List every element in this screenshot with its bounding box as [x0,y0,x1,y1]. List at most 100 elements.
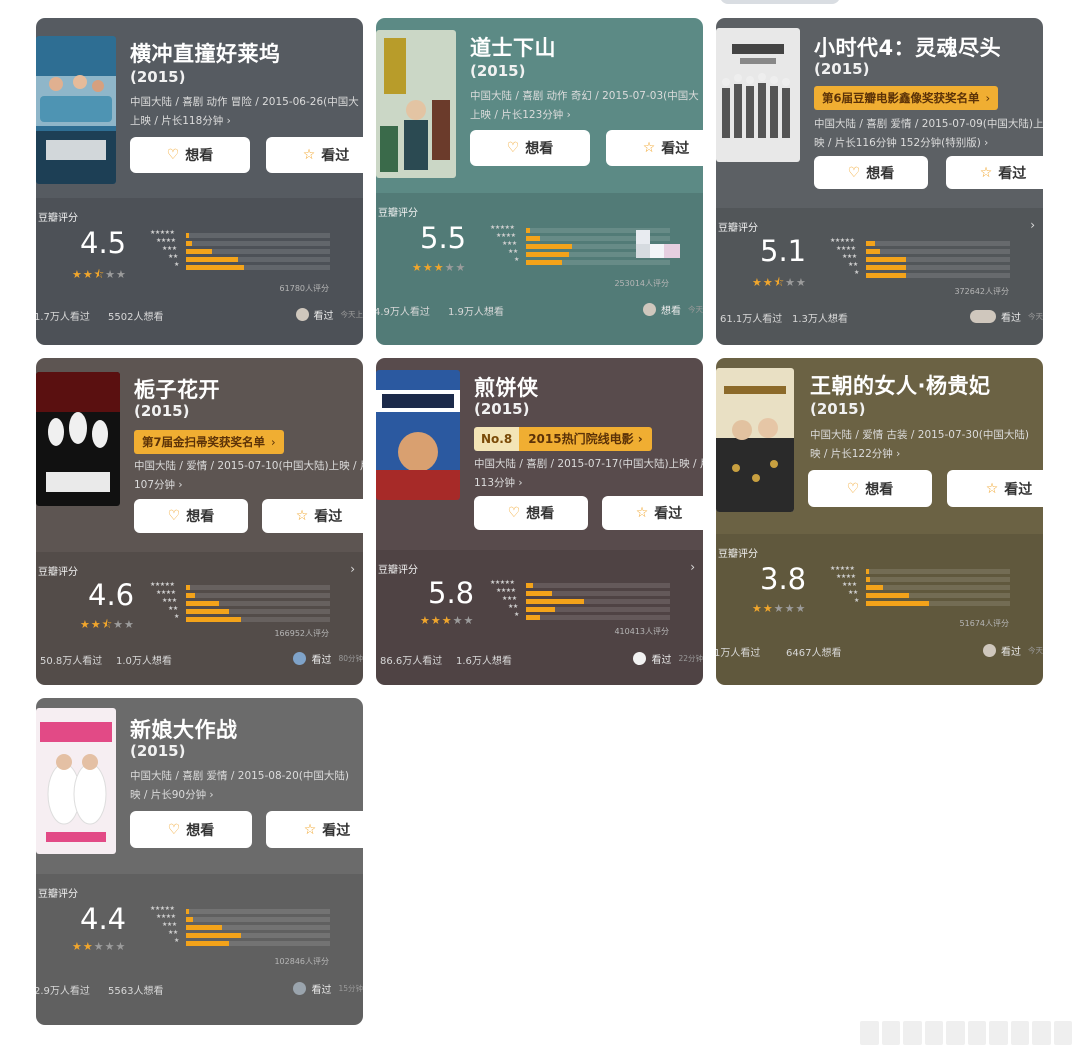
watched-button[interactable]: ☆ 看过 [947,470,1043,507]
want-to-watch-button[interactable]: ♡ 想看 [134,499,248,533]
movie-meta[interactable]: 中国大陆 / 爱情 / 2015-07-10(中国大陆)上映 / 片 107分钟… [134,457,363,495]
friend-avatar [293,981,307,995]
movie-card[interactable]: 道士下山 (2015) 中国大陆 / 喜剧 动作 奇幻 / 2015-07-03… [376,18,703,345]
watched-button[interactable]: ☆ 看过 [606,130,703,166]
friend-action: 看过 [651,654,672,666]
friend-activity[interactable]: 看过 22分钟 [633,650,703,666]
distribution-track [186,593,330,598]
distribution-track [866,257,1010,262]
watched-button[interactable]: ☆ 看过 [602,496,703,530]
want-to-watch-button[interactable]: ♡ 想看 [814,156,928,189]
award-badge[interactable]: 第7届金扫帚奖获奖名单 › [134,430,284,454]
movie-card[interactable]: 王朝的女人·杨贵妃 (2015) 中国大陆 / 爱情 古装 / 2015-07-… [716,358,1043,685]
friend-activity[interactable]: 看过 今天上 [295,306,363,322]
movie-title[interactable]: 煎饼侠 [474,372,539,402]
ranking-badge[interactable]: No.8 2015热门院线电影 › [474,427,652,451]
movie-title[interactable]: 新娘大作战 [130,714,238,744]
rating-label: 豆瓣评分 [38,567,78,578]
distribution-bar [186,585,190,590]
watched-button[interactable]: ☆ 看过 [266,811,363,848]
meta-line-2: 映 / 片长90分钟 › [130,789,214,801]
star-icon: ★ [116,268,127,281]
distribution-stars-icon: ★★ [508,603,518,610]
watched-button[interactable]: ☆ 看过 [266,137,363,173]
friend-activity[interactable]: 想看 今天 [643,301,703,317]
movie-poster[interactable] [36,708,116,854]
want-label: 想看 [186,509,215,525]
friend-activity[interactable]: 看过 80分钟 [293,650,363,666]
movie-card[interactable]: 煎饼侠 (2015) No.8 2015热门院线电影 › 中国大陆 / 喜剧 /… [376,358,703,685]
watched-label: 看过 [321,148,350,164]
movie-title[interactable]: 王朝的女人·杨贵妃 [810,370,990,400]
rank-number: No.8 [474,427,520,451]
award-text: 第7届金扫帚奖获奖名单 [142,435,266,449]
want-to-watch-button[interactable]: ♡ 想看 [470,130,590,166]
want-label: 想看 [526,506,555,522]
distribution-bar [186,265,244,270]
watched-count: 2.9万人看过 [36,986,90,997]
friend-time: 今天 [1028,645,1043,655]
distribution-bar [866,585,883,590]
movie-poster[interactable] [36,36,116,184]
chevron-right-icon[interactable]: › [1030,218,1035,232]
watched-button[interactable]: ☆ 看过 [262,499,363,533]
star-icon: ★ [93,940,105,953]
movie-title[interactable]: 横冲直撞好莱坞 [130,38,281,68]
award-badge[interactable]: 第6届豆瓣电影鑫像奖获奖名单 › [814,86,999,110]
movie-meta[interactable]: 中国大陆 / 爱情 古装 / 2015-07-30(中国大陆) 映 / 片长12… [810,426,1043,464]
rating-count: 102846人评分 [274,957,329,966]
movie-poster[interactable] [36,372,120,506]
want-to-watch-button[interactable]: ♡ 想看 [808,470,932,507]
movie-meta[interactable]: 中国大陆 / 喜剧 动作 奇幻 / 2015-07-03(中国大 上映 / 片长… [470,87,703,125]
movie-poster[interactable] [716,368,794,512]
distribution-stars-icon: ★★★ [502,240,517,247]
chevron-right-icon[interactable]: › [690,560,695,574]
movie-title[interactable]: 道士下山 [470,32,556,62]
star-rating: ★★★★★ [420,614,474,627]
watched-count: 4.9万人看过 [376,307,430,318]
rating-count: 166952人评分 [274,629,329,638]
want-to-watch-button[interactable]: ♡ 想看 [130,137,250,173]
watched-count: 50.8万人看过 [40,656,103,667]
heart-plus-icon: ♡ [506,140,520,156]
distribution-stars-icon: ★ [514,256,519,263]
distribution-stars-icon: ★★★ [162,245,177,252]
watched-button[interactable]: ☆ 看过 [946,156,1043,189]
distribution-stars-icon: ★★ [168,929,178,936]
movie-card[interactable]: 小时代4：灵魂尽头 (2015) 第6届豆瓣电影鑫像奖获奖名单 › 中国大陆 / … [716,18,1043,345]
movie-title[interactable]: 小时代4：灵魂尽头 [814,32,1001,62]
chevron-right-icon[interactable]: › [350,562,355,576]
friend-action: 看过 [311,984,332,996]
movie-title[interactable]: 栀子花开 [134,374,220,404]
movie-meta[interactable]: 中国大陆 / 喜剧 / 2015-07-17(中国大陆)上映 / 片 113分钟… [474,455,703,493]
star-icon: ★ [452,614,464,627]
friend-activity[interactable]: 看过 15分钟 [293,980,363,996]
distribution-track [186,609,330,614]
distribution-bar [866,569,869,574]
movie-card[interactable]: 新娘大作战 (2015) 中国大陆 / 喜剧 爱情 / 2015-08-20(中… [36,698,363,1025]
distribution-row: ★★ [144,253,330,263]
movie-card[interactable]: 栀子花开 (2015) 第7届金扫帚奖获奖名单 › 中国大陆 / 爱情 / 201… [36,358,363,685]
movie-poster[interactable] [376,30,456,178]
friend-activity[interactable]: 看过 今天 [983,642,1043,658]
movie-card[interactable]: 横冲直撞好莱坞 (2015) 中国大陆 / 喜剧 动作 冒险 / 2015-06… [36,18,363,345]
distribution-stars-icon: ★★★★ [836,245,856,252]
friend-activity[interactable]: 看过 今天 [970,308,1043,324]
heart-plus-icon: ♡ [507,505,521,521]
movie-meta[interactable]: 中国大陆 / 喜剧 爱情 / 2015-07-09(中国大陆)上 映 / 片长1… [814,115,1043,153]
movie-meta[interactable]: 中国大陆 / 喜剧 爱情 / 2015-08-20(中国大陆) 映 / 片长90… [130,767,363,805]
star-outline-icon: ☆ [642,140,656,156]
movie-poster[interactable] [716,28,800,162]
distribution-stars-icon: ★★★★ [156,913,176,920]
distribution-row: ★★ [484,603,670,613]
rank-list-label: 2015热门院线电影 [528,432,634,446]
distribution-bar [866,249,880,254]
want-to-watch-button[interactable]: ♡ 想看 [474,496,588,530]
movie-poster[interactable] [376,370,460,500]
star-icon: ★ [412,261,423,274]
want-label: 想看 [866,165,895,182]
movie-year: (2015) [134,402,190,420]
want-to-watch-button[interactable]: ♡ 想看 [130,811,252,848]
movie-meta[interactable]: 中国大陆 / 喜剧 动作 冒险 / 2015-06-26(中国大 上映 / 片长… [130,93,363,131]
distribution-track [186,601,330,606]
